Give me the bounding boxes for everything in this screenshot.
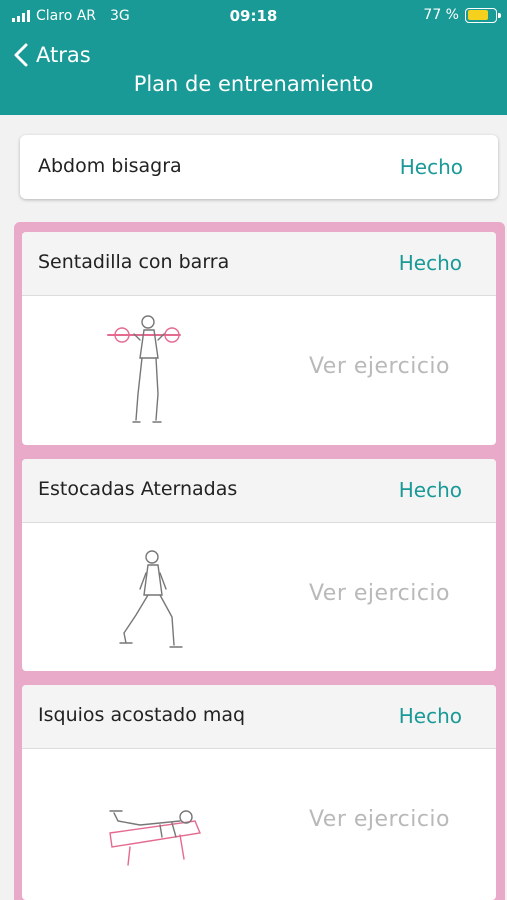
battery-percent: 77 % xyxy=(423,7,459,23)
squat-figure-icon xyxy=(107,315,181,423)
exercise-header[interactable]: Estocadas Aternadas Hecho xyxy=(22,459,496,523)
back-button[interactable]: Atras xyxy=(12,42,91,68)
lunge-figure-icon xyxy=(119,550,183,648)
exercise-header[interactable]: Isquios acostado maq Hecho xyxy=(22,685,496,749)
exercise-name: Abdom bisagra xyxy=(38,155,182,177)
leg-curl-figure-icon xyxy=(109,810,201,866)
done-button[interactable]: Hecho xyxy=(399,478,462,502)
battery-icon xyxy=(465,7,501,23)
back-label: Atras xyxy=(36,43,91,67)
exercise-card-sentadilla: Sentadilla con barra Hecho Ver ejercicio xyxy=(22,232,496,445)
view-exercise-link[interactable]: Ver ejercicio xyxy=(309,354,450,379)
exercise-card-abdom[interactable]: Abdom bisagra Hecho xyxy=(20,135,498,199)
header-bar: Claro AR 3G 09:18 77 % Atras Plan de ent… xyxy=(0,0,507,115)
exercise-name: Sentadilla con barra xyxy=(38,251,230,273)
done-button[interactable]: Hecho xyxy=(399,704,462,728)
status-right: 77 % xyxy=(423,7,501,23)
status-bar: Claro AR 3G 09:18 77 % xyxy=(0,0,507,32)
page-title: Plan de entrenamiento xyxy=(133,72,374,96)
exercise-header[interactable]: Sentadilla con barra Hecho xyxy=(22,232,496,296)
exercise-card-isquios: Isquios acostado maq Hecho Ver ejercicio xyxy=(22,685,496,900)
view-exercise-link[interactable]: Ver ejercicio xyxy=(309,581,450,606)
exercise-name: Estocadas Aternadas xyxy=(38,478,238,500)
exercise-name: Isquios acostado maq xyxy=(38,704,246,726)
done-button[interactable]: Hecho xyxy=(399,251,462,275)
chevron-left-icon xyxy=(14,43,28,67)
view-exercise-link[interactable]: Ver ejercicio xyxy=(309,807,450,832)
exercise-card-estocadas: Estocadas Aternadas Hecho Ver ejercicio xyxy=(22,459,496,671)
done-button[interactable]: Hecho xyxy=(400,155,463,179)
